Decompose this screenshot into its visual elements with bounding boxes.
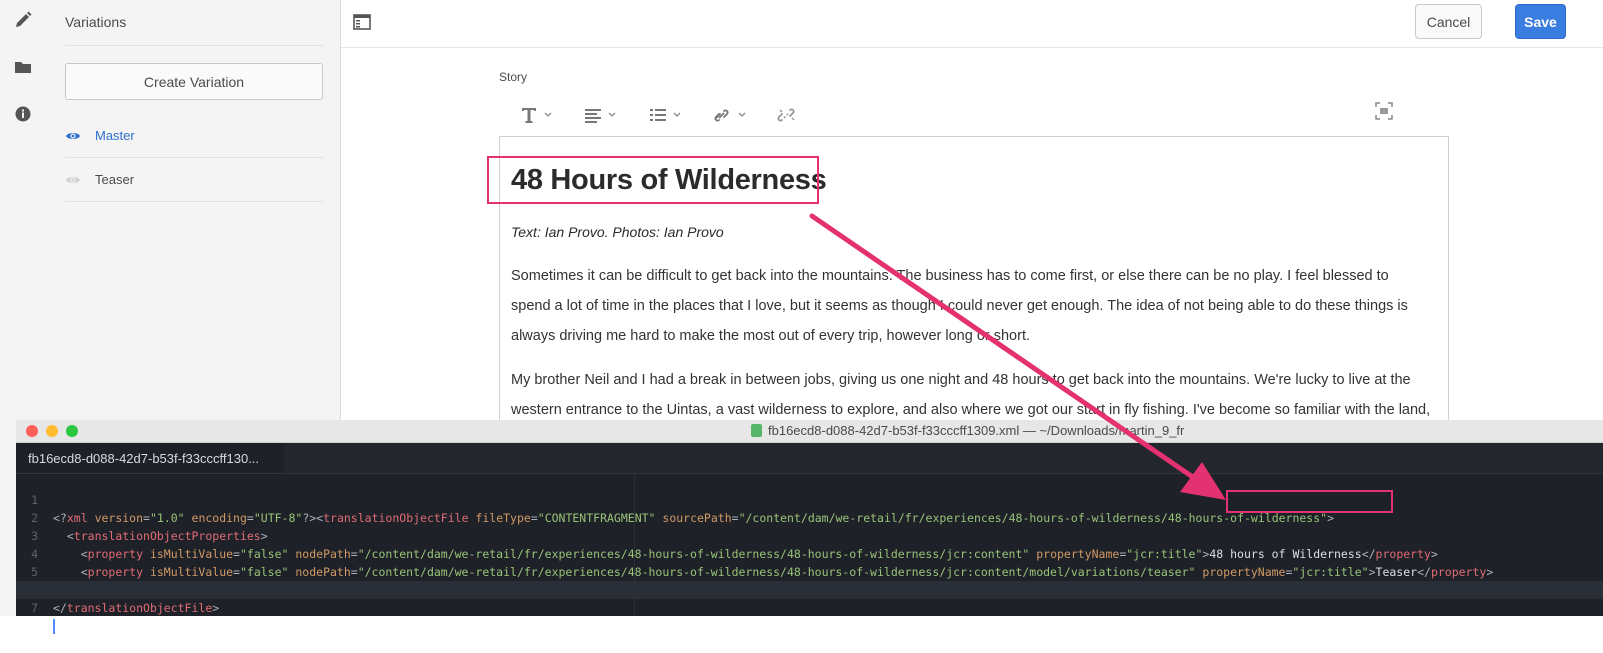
token: > — [212, 601, 220, 615]
heading-highlight-box — [487, 156, 819, 204]
text-format-icon[interactable] — [521, 104, 553, 126]
variations-title: Variations — [65, 14, 127, 30]
line-number: 7 — [31, 601, 38, 615]
toggle-side-panel-icon[interactable] — [353, 14, 371, 30]
code-line-active: 7 — [16, 581, 1603, 634]
code-line: 6 </translationObjectFile> — [16, 563, 1603, 615]
fullscreen-icon[interactable] — [1375, 100, 1393, 122]
text-cursor — [53, 619, 55, 634]
variation-item-master[interactable]: Master — [65, 114, 323, 158]
cancel-button[interactable]: Cancel — [1415, 4, 1482, 39]
code-line: 1 <?xml version="1.0" encoding="UTF-8"?>… — [16, 473, 1603, 525]
variation-item-teaser[interactable]: Teaser — [65, 158, 323, 202]
folder-icon[interactable] — [12, 56, 34, 78]
variation-label: Teaser — [95, 172, 135, 187]
eye-icon — [65, 128, 81, 144]
window-title-text: fb16ecd8-d088-42d7-b53f-f33cccff1309.xml… — [768, 423, 1185, 438]
story-credit: Text: Ian Provo. Photos: Ian Provo — [511, 224, 724, 240]
create-variation-button[interactable]: Create Variation — [65, 63, 323, 100]
code-line: 4 <property isMultiValue="false" nodePat… — [16, 527, 1603, 579]
field-label: Story — [499, 70, 528, 84]
variation-label: Master — [95, 128, 135, 143]
file-icon — [751, 424, 762, 437]
code-content: </translationObjectFile> — [53, 599, 219, 617]
divider — [65, 45, 323, 46]
window-titlebar: fb16ecd8-d088-42d7-b53f-f33cccff1309.xml… — [16, 420, 1603, 443]
code-content — [53, 617, 55, 635]
top-toolbar — [341, 0, 1603, 48]
info-icon[interactable] — [12, 103, 34, 125]
code-editor-window: fb16ecd8-d088-42d7-b53f-f33cccff1309.xml… — [16, 420, 1603, 634]
token: translationObjectFile — [66, 601, 213, 615]
pencil-icon[interactable] — [12, 9, 34, 31]
editor-tab-bar: fb16ecd8-d088-42d7-b53f-f33cccff130... — [16, 443, 1603, 474]
minimize-window-button[interactable] — [46, 425, 58, 437]
story-paragraph: Sometimes it can be difficult to get bac… — [511, 268, 1408, 344]
editor-tab[interactable]: fb16ecd8-d088-42d7-b53f-f33cccff130... — [16, 443, 284, 473]
xml-value-highlight-box — [1226, 490, 1393, 513]
rich-text-toolbar — [499, 100, 1449, 130]
unlink-icon[interactable] — [777, 104, 799, 126]
list-icon[interactable] — [649, 104, 683, 126]
paragraph-align-icon[interactable] — [584, 104, 618, 126]
save-button[interactable]: Save — [1515, 4, 1566, 39]
link-icon[interactable] — [712, 104, 748, 126]
eye-icon — [65, 172, 81, 188]
code-line: 5 </translationObjectProperties> — [16, 545, 1603, 597]
close-window-button[interactable] — [26, 425, 38, 437]
zoom-window-button[interactable] — [66, 425, 78, 437]
window-title: fb16ecd8-d088-42d7-b53f-f33cccff1309.xml… — [751, 423, 1184, 438]
